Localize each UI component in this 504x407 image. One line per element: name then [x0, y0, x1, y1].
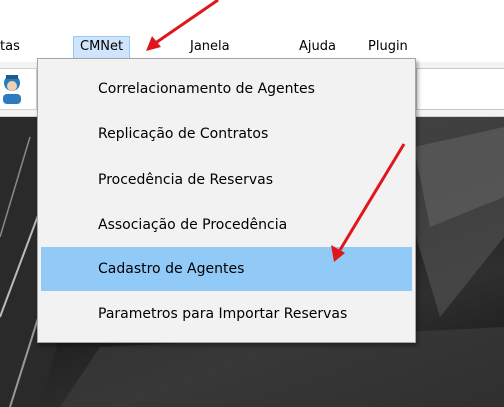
menu-option-cadastro-de-agentes[interactable]: Cadastro de Agentes — [41, 247, 412, 291]
menu-bar: tas CMNet Janela Ajuda Plugin — [0, 0, 504, 62]
menu-option-correlacionamento-de-agentes[interactable]: Correlacionamento de Agentes — [41, 67, 412, 111]
menu-item-ajuda[interactable]: Ajuda — [293, 36, 342, 58]
toolbar-field[interactable] — [416, 68, 504, 110]
application-window: tas CMNet Janela Ajuda Plugin Correlacio… — [0, 0, 504, 407]
menu-item-plugin[interactable]: Plugin — [362, 36, 414, 58]
menu-option-parametros-para-importar-reservas[interactable]: Parametros para Importar Reservas — [41, 292, 412, 336]
menu-item-cmnet[interactable]: CMNet — [73, 36, 131, 60]
menu-option-associacao-de-procedencia[interactable]: Associação de Procedência — [41, 203, 412, 247]
cmnet-dropdown-menu: Correlacionamento de Agentes Replicação … — [37, 58, 416, 343]
menu-option-replicacao-de-contratos[interactable]: Replicação de Contratos — [41, 112, 412, 156]
user-avatar-icon — [3, 75, 21, 104]
menu-item-ferramentas[interactable]: tas — [0, 36, 26, 58]
menu-option-procedencia-de-reservas[interactable]: Procedência de Reservas — [41, 158, 412, 202]
toolbar-user-button[interactable] — [0, 68, 37, 110]
menu-item-janela[interactable]: Janela — [184, 36, 236, 58]
